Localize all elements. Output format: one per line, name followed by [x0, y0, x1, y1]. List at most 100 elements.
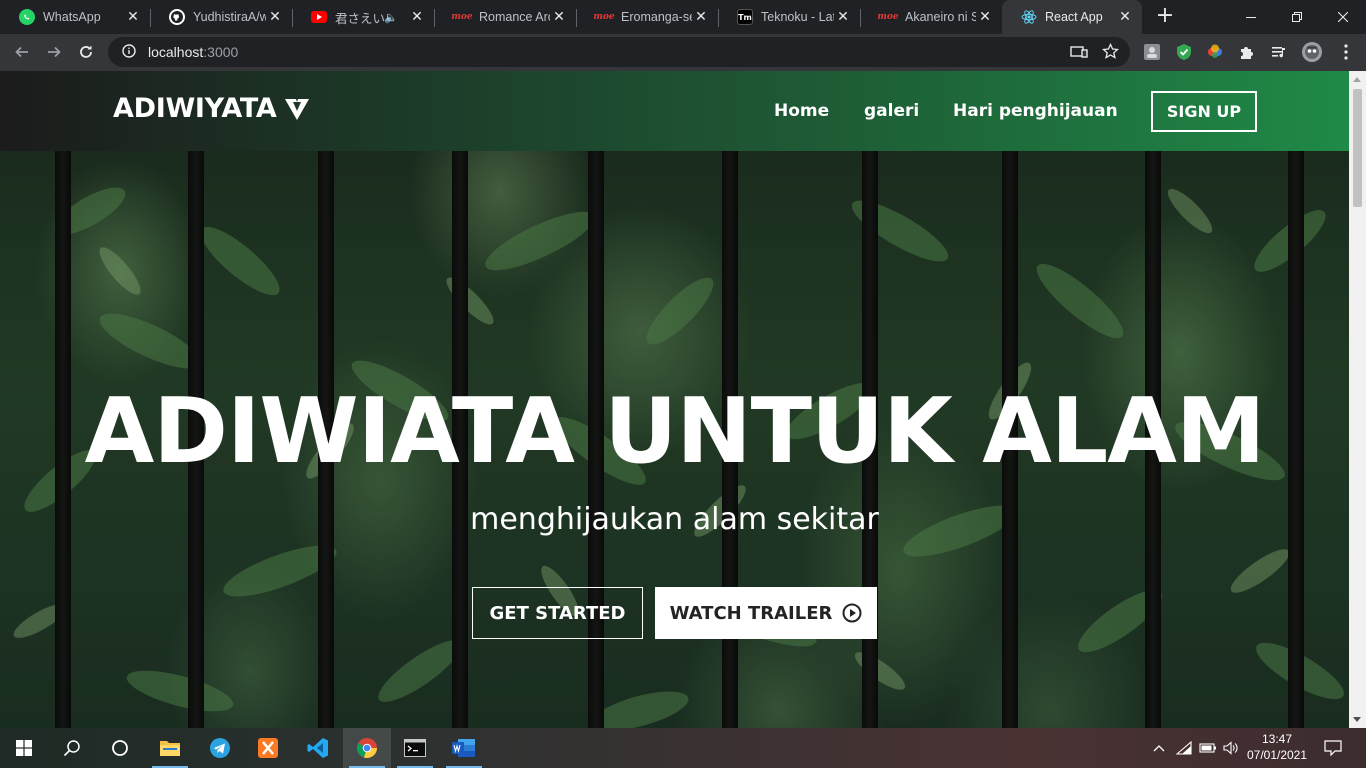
windows-logo-icon: [16, 740, 32, 756]
hero-title: ADIWIATA UNTUK ALAM: [84, 379, 1266, 484]
back-button[interactable]: [8, 38, 36, 66]
taskbar-telegram[interactable]: [196, 728, 244, 768]
brand-logo[interactable]: ADIWIYATA: [113, 93, 310, 124]
volume-tray[interactable]: [1219, 728, 1243, 768]
react-icon: [1021, 9, 1037, 25]
page-viewport: ADIWIATA UNTUK ALAM menghijaukan alam se…: [0, 71, 1349, 728]
extensions-puzzle-icon[interactable]: [1236, 41, 1258, 63]
chrome-icon: [356, 738, 377, 758]
show-hidden-icons[interactable]: [1148, 728, 1170, 768]
close-icon[interactable]: ✕: [266, 8, 284, 26]
search-icon: [63, 740, 80, 757]
get-started-button[interactable]: GET STARTED: [472, 587, 643, 639]
shield-extension-icon[interactable]: [1173, 41, 1195, 63]
youtube-icon: [311, 11, 327, 23]
play-circle-icon: [842, 603, 862, 623]
telegram-icon: [210, 738, 230, 758]
tab-teknoku[interactable]: Tm Teknoku - Late ✕: [718, 0, 860, 34]
media-control-icon[interactable]: [1268, 41, 1290, 63]
xampp-icon: [258, 738, 278, 758]
tab-title: Teknoku - Late: [761, 10, 834, 24]
nav-hari-penghijauan[interactable]: Hari penghijauan: [953, 101, 1118, 121]
system-clock[interactable]: 13:47 07/01/2021: [1244, 731, 1310, 763]
tab-github[interactable]: YudhistiraA/we ✕: [150, 0, 292, 34]
tab-react-app[interactable]: React App ✕: [1002, 0, 1142, 34]
windows-taskbar: 13:47 07/01/2021: [0, 728, 1366, 768]
moe-icon: moe: [593, 12, 615, 22]
notification-icon: [1324, 740, 1342, 756]
browser-tab-strip: WhatsApp ✕ YudhistiraA/we ✕ 君さえいなけ 🔈 ✕ m…: [0, 0, 1366, 34]
watch-trailer-button[interactable]: WATCH TRAILER: [655, 587, 877, 639]
new-tab-button[interactable]: +: [1153, 5, 1177, 29]
scroll-up-arrow[interactable]: [1353, 77, 1361, 82]
cast-icon[interactable]: [1070, 44, 1088, 64]
extension-photo-icon[interactable]: [1141, 41, 1163, 63]
close-icon[interactable]: ✕: [976, 8, 994, 26]
forward-button[interactable]: [40, 38, 68, 66]
taskbar-word[interactable]: [440, 728, 488, 768]
close-icon[interactable]: ✕: [1116, 8, 1134, 26]
close-icon[interactable]: ✕: [692, 8, 710, 26]
volume-icon: [1223, 741, 1238, 755]
brand-shield-icon: [285, 98, 310, 120]
tab-youtube[interactable]: 君さえいなけ 🔈 ✕: [292, 0, 434, 34]
start-button[interactable]: [0, 728, 48, 768]
vscode-icon: [307, 738, 328, 758]
taskbar-vscode[interactable]: [294, 728, 342, 768]
close-icon[interactable]: ✕: [408, 8, 426, 26]
whatsapp-icon: [19, 9, 35, 25]
network-tray[interactable]: [1172, 728, 1196, 768]
nav-home[interactable]: Home: [774, 101, 829, 121]
page-scrollbar[interactable]: [1349, 71, 1366, 728]
notifications-button[interactable]: [1318, 728, 1348, 768]
taskbar-chrome[interactable]: [343, 728, 391, 768]
reload-button[interactable]: [72, 38, 100, 66]
close-icon[interactable]: ✕: [550, 8, 568, 26]
tab-akaneiro[interactable]: moe Akaneiro ni So ✕: [860, 0, 1002, 34]
scroll-thumb[interactable]: [1353, 89, 1362, 207]
sign-up-button[interactable]: SIGN UP: [1151, 91, 1257, 132]
close-window-button[interactable]: [1320, 0, 1366, 34]
close-icon[interactable]: ✕: [834, 8, 852, 26]
site-navbar: ADIWIYATA Home galeri Hari penghijauan S…: [0, 71, 1349, 151]
menu-kebab-icon[interactable]: [1335, 41, 1357, 63]
moe-icon: moe: [877, 12, 899, 22]
wifi-icon: [1176, 741, 1192, 755]
color-extension-icon[interactable]: [1204, 41, 1226, 63]
address-bar[interactable]: localhost:3000: [108, 37, 1130, 67]
close-icon[interactable]: ✕: [124, 8, 142, 26]
watch-trailer-label: WATCH TRAILER: [669, 602, 833, 624]
browser-toolbar: localhost:3000: [0, 34, 1366, 71]
battery-tray[interactable]: [1196, 728, 1220, 768]
tab-title: WhatsApp: [43, 10, 101, 24]
word-icon: [452, 739, 475, 757]
nav-galeri[interactable]: galeri: [864, 101, 919, 121]
tab-title: Eromanga-sen: [621, 10, 692, 24]
scroll-down-arrow[interactable]: [1353, 717, 1361, 722]
profile-avatar-icon[interactable]: [1300, 41, 1324, 63]
restore-button[interactable]: [1274, 0, 1320, 34]
brand-name: ADIWIYATA: [113, 93, 277, 124]
tab-title: React App: [1045, 10, 1103, 24]
tab-whatsapp[interactable]: WhatsApp ✕: [0, 0, 150, 34]
taskbar-file-explorer[interactable]: [146, 728, 194, 768]
info-icon[interactable]: [122, 43, 136, 62]
terminal-icon: [404, 739, 426, 757]
task-view-button[interactable]: [96, 728, 144, 768]
battery-icon: [1199, 743, 1216, 753]
hero-section: ADIWIATA UNTUK ALAM menghijaukan alam se…: [0, 151, 1349, 728]
tab-title: 君さえいなけ: [335, 11, 385, 26]
bookmark-star-icon[interactable]: [1101, 42, 1120, 64]
speaker-icon[interactable]: 🔈: [384, 11, 398, 24]
tab-eromanga[interactable]: moe Eromanga-sen ✕: [576, 0, 718, 34]
tab-title: YudhistiraA/we: [193, 10, 266, 24]
taskbar-xampp[interactable]: [244, 728, 292, 768]
search-button[interactable]: [48, 728, 96, 768]
taskbar-terminal[interactable]: [391, 728, 439, 768]
clock-date: 07/01/2021: [1246, 748, 1308, 762]
minimize-button[interactable]: [1228, 0, 1274, 34]
tab-romance[interactable]: moe Romance Archi ✕: [434, 0, 576, 34]
moe-icon: moe: [451, 12, 473, 22]
hero-subtitle: menghijaukan alam sekitar: [470, 502, 879, 537]
url-text: localhost:3000: [148, 44, 239, 60]
